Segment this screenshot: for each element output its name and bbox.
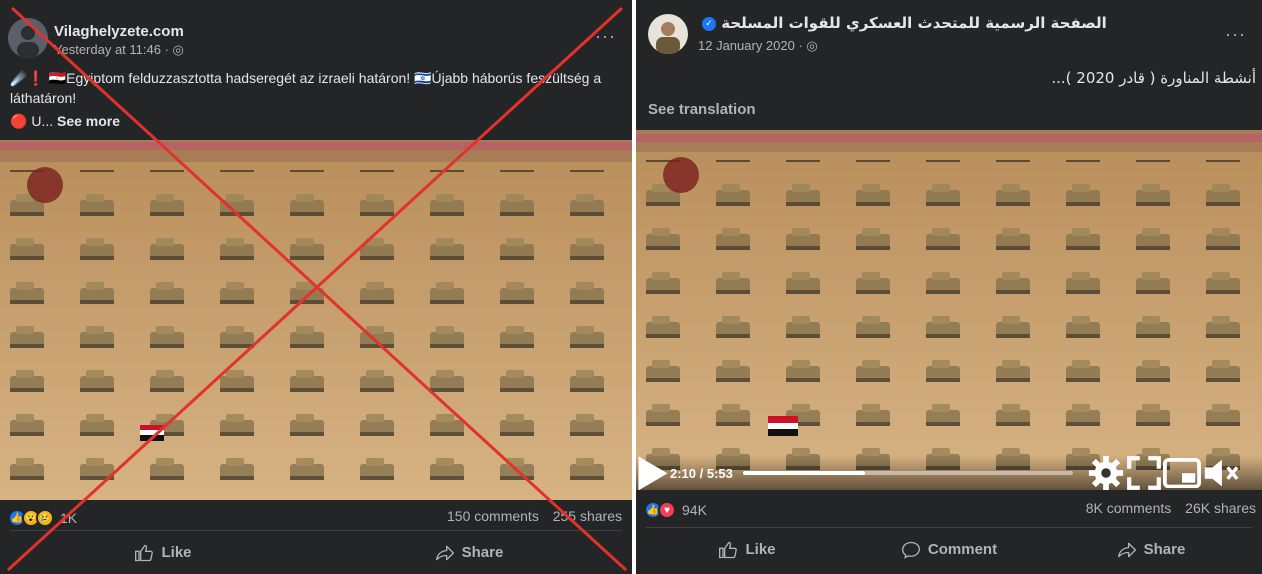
video-frame [0,140,632,500]
page-name[interactable]: الصفحة الرسمية للمتحدث العسكري للقوات ال… [698,14,1107,32]
video-controls: 2:10 / 5:53 [636,454,1262,490]
right-post: الصفحة الرسمية للمتحدث العسكري للقوات ال… [636,0,1262,574]
engagement-counts: 150 comments 255 shares [437,508,622,524]
globe-icon: ◎ [806,38,818,53]
share-arrow-icon [435,545,454,560]
comments-count[interactable]: 150 comments [447,508,539,524]
reactions-count: 1K [60,510,78,526]
comment-button[interactable]: Comment [848,528,1050,571]
post-time[interactable]: Yesterday at 11:46 · ◎ [54,42,184,58]
engagement-counts: 8K comments 26K shares [1076,500,1256,516]
action-bar: Like Share [10,530,622,574]
post-time[interactable]: 12 January 2020 · ◎ [698,38,818,54]
more-options-icon[interactable]: ··· [1225,24,1246,45]
share-arrow-icon [1117,542,1136,557]
settings-button[interactable] [1087,454,1125,490]
see-translation-link[interactable]: See translation [648,100,756,120]
post-text: أنشطة المناورة ( قادر 2020 )... [1051,69,1256,87]
page-name[interactable]: Vilaghelyzete.com [54,23,184,40]
post-video[interactable]: 2:10 / 5:53 [636,130,1262,490]
avatar-image [648,14,688,54]
shares-count[interactable]: 26K shares [1185,500,1256,516]
see-more-link[interactable]: See more [57,113,120,129]
left-post: Vilaghelyzete.com Yesterday at 11:46 · ◎… [0,0,632,574]
video-frame [636,130,1262,490]
like-button[interactable]: Like [646,528,848,571]
share-button[interactable]: Share [1050,528,1252,571]
share-label: Share [461,544,504,561]
thumbs-up-icon [719,541,738,558]
pip-button[interactable] [1162,457,1201,489]
avatar-image [8,18,48,58]
comments-count[interactable]: 8K comments [1086,500,1172,516]
post-text: ☄️❗ 🇪🇬Egyiptom felduzzasztotta hadseregé… [10,70,602,106]
post-header: Vilaghelyzete.com Yesterday at 11:46 · ◎… [0,0,632,62]
expand-icon [1126,456,1161,490]
post-header: الصفحة الرسمية للمتحدث العسكري للقوات ال… [636,0,1262,62]
play-button[interactable] [636,454,670,490]
page-name-text[interactable]: الصفحة الرسمية للمتحدث العسكري للقوات ال… [721,14,1107,32]
gear-icon [1088,455,1123,490]
picture-in-picture-icon [1162,457,1201,489]
post-video[interactable] [0,140,632,500]
love-reaction-icon: ♥ [658,501,676,519]
volume-button[interactable] [1201,456,1239,490]
verified-badge-icon: ✓ [702,16,716,31]
comment-label: Comment [927,541,998,558]
shares-count[interactable]: 255 shares [553,508,622,524]
post-stats: 👍 ♥ 94K 8K comments 26K shares [636,492,1262,526]
post-time-text[interactable]: 12 January 2020 · [698,38,806,53]
video-progress-track[interactable] [742,471,1073,475]
post-text-prefix: 🔴 U... [10,113,57,129]
reactions-count: 94K [682,502,707,518]
post-text-truncated: 🔴 U... See more [10,111,310,131]
action-bar: Like Comment Share [646,527,1252,571]
mute-icon [1204,459,1239,487]
video-time: 2:10 / 5:53 [670,465,733,481]
share-label: Share [1143,541,1186,558]
post-stats: 👍 😮 😢 1K 150 comments 255 shares [0,500,632,534]
like-button[interactable]: Like [10,531,316,574]
thumbs-up-icon [135,544,154,561]
globe-icon: ◎ [172,42,184,57]
like-label: Like [745,541,776,558]
sad-reaction-icon: 😢 [36,509,54,527]
avatar[interactable] [648,14,688,54]
avatar[interactable] [8,18,48,58]
comment-bubble-icon [901,541,920,559]
share-button[interactable]: Share [316,531,622,574]
reactions-summary[interactable]: 👍 😮 😢 1K [8,508,77,528]
fullscreen-button[interactable] [1125,454,1163,490]
more-options-icon[interactable]: ··· [595,26,616,47]
video-progress-fill [742,471,865,475]
play-icon [638,456,668,490]
like-label: Like [161,544,192,561]
reactions-summary[interactable]: 👍 ♥ 94K [644,500,707,520]
post-time-text[interactable]: Yesterday at 11:46 · [54,42,173,57]
